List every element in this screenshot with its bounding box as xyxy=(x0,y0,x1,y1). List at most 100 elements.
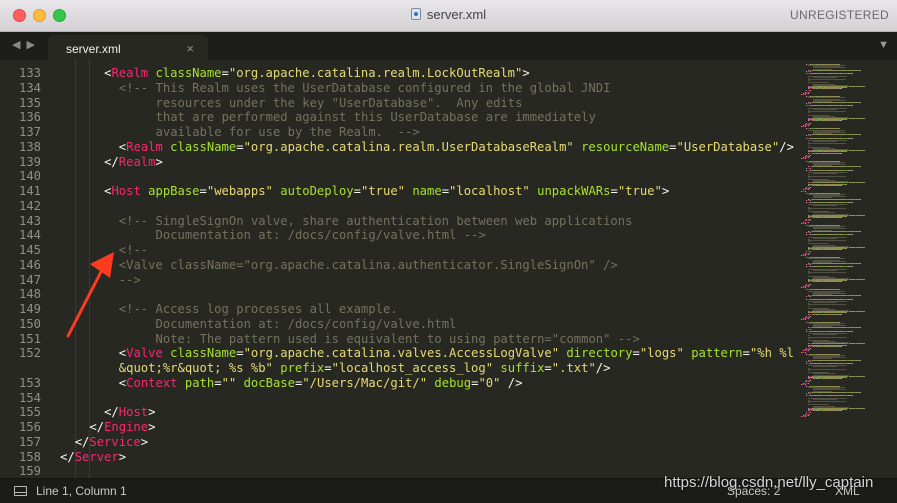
code-line[interactable]: Documentation at: /docs/config/valve.htm… xyxy=(156,228,486,243)
back-arrow-icon[interactable]: ◀ xyxy=(12,39,26,51)
minimap-stroke xyxy=(844,262,852,264)
minimap-stroke xyxy=(845,312,847,314)
code-line[interactable]: <!-- SingleSignOn valve, share authentic… xyxy=(119,214,633,229)
minimap-stroke xyxy=(810,392,812,394)
minimap-stroke xyxy=(805,319,807,321)
line-number: 144 xyxy=(18,228,41,243)
code-line[interactable]: <Valve className="org.apache.catalina.au… xyxy=(119,258,618,273)
code-token: <!-- This Realm uses the UserDatabase co… xyxy=(118,80,611,95)
code-token: <Valve className="org.apache.catalina.au… xyxy=(118,257,618,272)
code-token: Realm xyxy=(126,139,163,154)
code-token: > xyxy=(140,434,149,449)
code-token: Valve xyxy=(126,346,163,361)
code-line[interactable]: <!-- xyxy=(119,243,148,258)
code-token: = xyxy=(742,346,750,361)
tab-server-xml[interactable]: server.xml × xyxy=(48,35,208,60)
code-token: = xyxy=(544,361,552,375)
code-token: "org.apache.catalina.realm.LockOutRealm" xyxy=(228,66,523,80)
minimap-stroke xyxy=(824,313,834,315)
code-line[interactable]: </Host> xyxy=(104,405,155,420)
minimap-stroke xyxy=(805,287,807,289)
code-line[interactable]: resources under the key "UserDatabase". … xyxy=(156,96,523,111)
minimap-stroke xyxy=(824,377,834,379)
code-token: </ xyxy=(60,449,75,464)
code-line[interactable]: that are performed against this UserData… xyxy=(156,110,596,125)
minimap-stroke xyxy=(845,344,847,346)
tab-navigation: ◀▶ xyxy=(12,38,41,51)
close-tab-icon[interactable]: × xyxy=(186,41,194,56)
code-line[interactable]: <Host appBase="webapps" autoDeploy="true… xyxy=(104,184,669,199)
code-token: = xyxy=(236,346,244,361)
code-token: > xyxy=(522,66,530,80)
minimap-stroke xyxy=(824,120,834,122)
minimap-stroke xyxy=(807,221,809,223)
code-token: Service xyxy=(89,434,141,449)
minimap-stroke xyxy=(852,69,860,71)
code-line[interactable]: </Realm> xyxy=(104,155,163,170)
code-line[interactable]: &quot;%r&quot; %s %b" prefix="localhost_… xyxy=(119,361,611,376)
minimap-stroke xyxy=(808,337,810,339)
minimap-stroke xyxy=(818,230,844,232)
code-line[interactable]: </Server> xyxy=(60,450,126,465)
line-number: 154 xyxy=(18,390,41,405)
minimap-stroke xyxy=(805,190,807,192)
window-title-text: server.xml xyxy=(426,7,487,22)
minimap[interactable] xyxy=(797,60,897,478)
forward-arrow-icon[interactable]: ▶ xyxy=(26,39,40,51)
code-line[interactable]: </Engine> xyxy=(89,420,155,435)
code-token: = xyxy=(324,361,332,375)
code-token: "UserDatabase" xyxy=(676,139,780,154)
minimap-stroke xyxy=(805,415,807,417)
minimap-stroke xyxy=(818,69,844,71)
code-area[interactable]: <Realm className="org.apache.catalina.re… xyxy=(60,60,795,478)
code-token: <!-- xyxy=(118,243,149,257)
minimap-stroke xyxy=(852,105,854,107)
minimap-stroke xyxy=(824,410,834,412)
minimap-stroke xyxy=(852,234,854,236)
code-token: = xyxy=(236,139,244,154)
code-line[interactable]: <Realm className="org.apache.catalina.re… xyxy=(119,140,794,155)
minimap-stroke xyxy=(858,150,866,152)
minimap-stroke xyxy=(858,279,866,281)
line-number-gutter: 133 134 135 136 137 138 139 140 141 142 143 144 145 1… xyxy=(0,60,48,478)
minimap-stroke xyxy=(852,137,854,139)
code-token: Server xyxy=(74,449,119,464)
code-token: /> xyxy=(507,375,523,390)
minimap-stroke xyxy=(808,78,846,80)
minimap-stroke xyxy=(852,266,854,268)
minimap-stroke xyxy=(852,230,860,232)
minimap-stroke xyxy=(858,214,866,216)
code-token: = xyxy=(214,375,222,390)
minimap-stroke xyxy=(840,281,843,283)
code-line[interactable]: <!-- Access log processes all example. xyxy=(119,302,398,317)
code-token: </ xyxy=(104,405,119,420)
code-token: > xyxy=(661,184,670,198)
minimap-stroke xyxy=(807,189,809,191)
minimap-stroke xyxy=(807,414,809,416)
minimap-stroke xyxy=(808,402,810,404)
line-number: 138 xyxy=(18,139,41,154)
code-line[interactable]: available for use by the Realm. --> xyxy=(156,125,420,140)
code-line[interactable]: Note: The pattern used is equivalent to … xyxy=(156,332,640,347)
minimap-stroke xyxy=(852,330,854,332)
tab-menu-chevron-down-icon[interactable]: ▼ xyxy=(878,39,889,51)
xml-file-icon xyxy=(410,8,421,20)
title-bar: server.xml UNREGISTERED xyxy=(0,0,897,32)
code-line[interactable]: --> xyxy=(119,273,141,288)
minimap-stroke xyxy=(818,262,844,264)
line-number: 147 xyxy=(18,272,41,287)
minimap-stroke xyxy=(824,216,834,218)
minimap-stroke xyxy=(852,134,860,136)
code-token: > xyxy=(148,405,156,420)
code-line[interactable]: <Context path="" docBase="/Users/Mac/git… xyxy=(119,376,523,391)
minimap-stroke xyxy=(810,70,812,72)
minimap-stroke xyxy=(840,88,843,90)
code-line[interactable]: </Service> xyxy=(75,435,148,450)
code-line[interactable]: <Realm className="org.apache.catalina.re… xyxy=(104,66,530,81)
code-line[interactable]: Documentation at: /docs/config/valve.htm… xyxy=(156,317,457,332)
code-line[interactable]: <Valve className="org.apache.catalina.va… xyxy=(119,346,795,361)
code-editor[interactable]: 133 134 135 136 137 138 139 140 141 142 143 144 145 1… xyxy=(0,60,897,478)
panel-toggle-icon[interactable] xyxy=(14,486,27,496)
code-line[interactable]: <!-- This Realm uses the UserDatabase co… xyxy=(119,81,611,96)
